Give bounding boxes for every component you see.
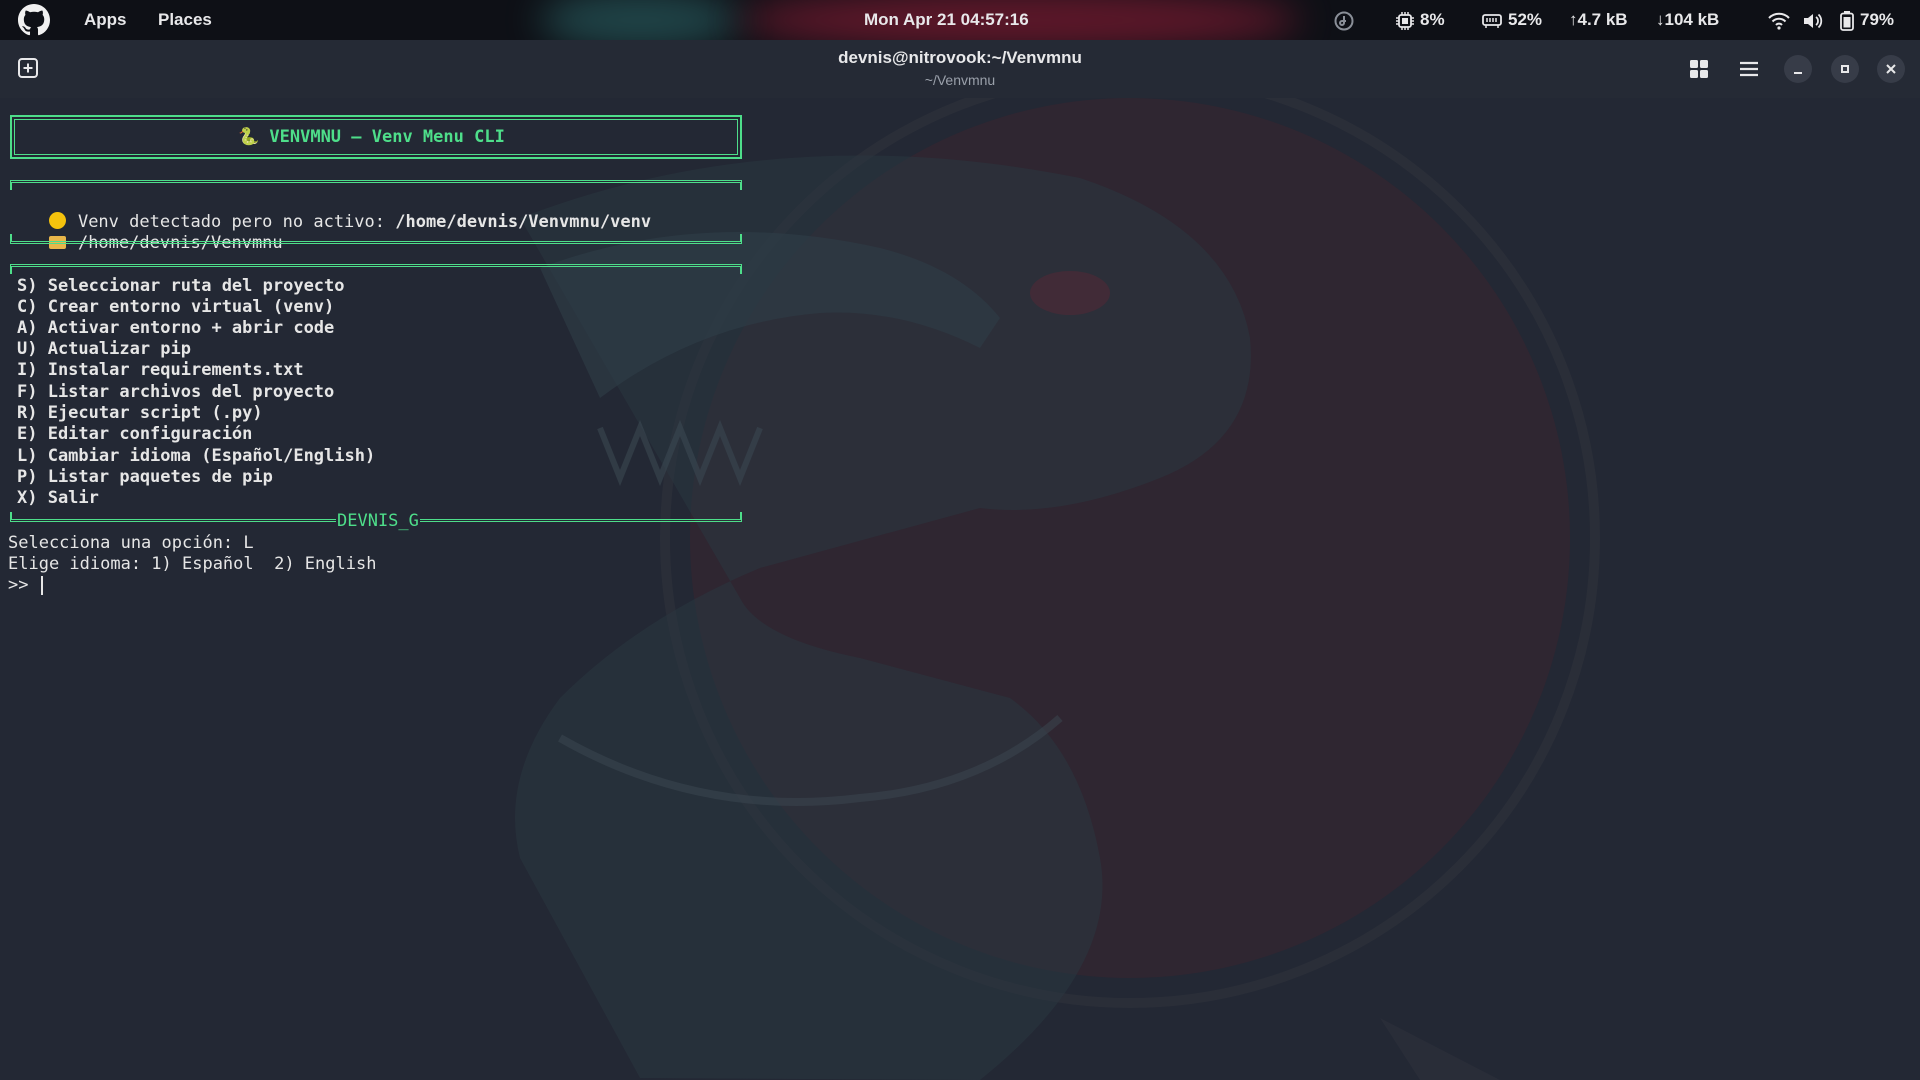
cpu-icon	[1396, 11, 1414, 30]
menu-box-top	[10, 264, 742, 274]
menu-item-run-script: R) Ejecutar script (.py)	[17, 403, 263, 423]
cpu-indicator[interactable]: 8%	[1396, 0, 1445, 40]
memory-icon	[1482, 13, 1502, 28]
close-icon	[1886, 64, 1896, 74]
menu-item-select-path: S) Seleccionar ruta del proyecto	[17, 276, 345, 296]
menu-item-list-packages: P) Listar paquetes de pip	[17, 467, 273, 487]
cpu-value: 8%	[1420, 10, 1445, 29]
arrow-down-icon: ↓	[1656, 10, 1665, 29]
menu-item-list-files: F) Listar archivos del proyecto	[17, 382, 335, 402]
language-prompt: Elige idioma: 1) Español 2) English	[8, 554, 377, 574]
places-menu[interactable]: Places	[158, 0, 212, 40]
status-box-bottom	[10, 234, 742, 244]
menu-item-exit: X) Salir	[17, 488, 99, 508]
terminal-area[interactable]: 🐍 VENVMNU – Venv Menu CLI Venv detectado…	[0, 98, 1920, 1080]
download-value: 104 kB	[1664, 10, 1720, 29]
github-icon[interactable]	[18, 4, 50, 36]
text-cursor	[40, 575, 43, 595]
grid-view-icon[interactable]	[1688, 58, 1710, 85]
memory-indicator[interactable]: 52%	[1482, 0, 1542, 40]
wifi-icon[interactable]	[1768, 0, 1790, 40]
maximize-button[interactable]	[1831, 55, 1859, 83]
arrow-up-icon: ↑	[1569, 10, 1578, 29]
window-title: devnis@nitrovook:~/Venvmnu	[838, 48, 1082, 67]
top-panel: Apps Places Mon Apr 21 04:57:16 8% 52% ↑…	[0, 0, 1920, 40]
memory-value: 52%	[1508, 10, 1543, 29]
input-line[interactable]: >>	[8, 575, 43, 596]
terminal-headerbar: devnis@nitrovook:~/Venvmnu ~/Venvmnu	[0, 40, 1920, 99]
banner-title: 🐍 VENVMNU – Venv Menu CLI	[238, 127, 505, 147]
battery-indicator[interactable]: 79%	[1840, 0, 1894, 40]
dinosaur-wallpaper	[515, 98, 1600, 1080]
menu-item-install-requirements: I) Instalar requirements.txt	[17, 360, 304, 380]
option-prompt: Selecciona una opción: L	[8, 533, 254, 553]
menu-item-edit-config: E) Editar configuración	[17, 424, 253, 444]
input-prompt: >>	[8, 575, 39, 595]
menu-footer-label: DEVNIS_G	[336, 511, 420, 532]
project-path-line: /home/devnis/Venvmnu	[8, 212, 283, 253]
menu-item-activate-env: A) Activar entorno + abrir code	[17, 318, 335, 338]
battery-value: 79%	[1860, 10, 1895, 29]
menu-item-update-pip: U) Actualizar pip	[17, 339, 191, 359]
venv-status-path: /home/devnis/Venvmnu/venv	[395, 212, 652, 232]
upload-value: 4.7 kB	[1577, 10, 1628, 29]
fedora-icon[interactable]	[1334, 0, 1354, 40]
menu-item-create-venv: C) Crear entorno virtual (venv)	[17, 297, 335, 317]
upload-indicator[interactable]: ↑4.7 kB	[1569, 0, 1628, 40]
minimize-icon	[1794, 72, 1802, 74]
download-indicator[interactable]: ↓104 kB	[1656, 0, 1719, 40]
panel-glow-teal	[540, 0, 740, 40]
hamburger-menu-icon[interactable]	[1738, 58, 1760, 85]
minimize-button[interactable]	[1784, 55, 1812, 83]
clock[interactable]: Mon Apr 21 04:57:16	[864, 0, 1029, 40]
menu-item-change-language: L) Cambiar idioma (Español/English)	[17, 446, 376, 466]
volume-icon[interactable]	[1802, 0, 1824, 40]
status-box-top	[10, 180, 742, 190]
window-subtitle: ~/Venvmnu	[924, 72, 996, 88]
apps-menu[interactable]: Apps	[84, 0, 127, 40]
maximize-icon	[1841, 65, 1849, 73]
venv-status-line: Venv detectado pero no activo: /home/dev…	[8, 191, 651, 232]
close-button[interactable]	[1877, 55, 1905, 83]
battery-icon	[1840, 10, 1854, 31]
